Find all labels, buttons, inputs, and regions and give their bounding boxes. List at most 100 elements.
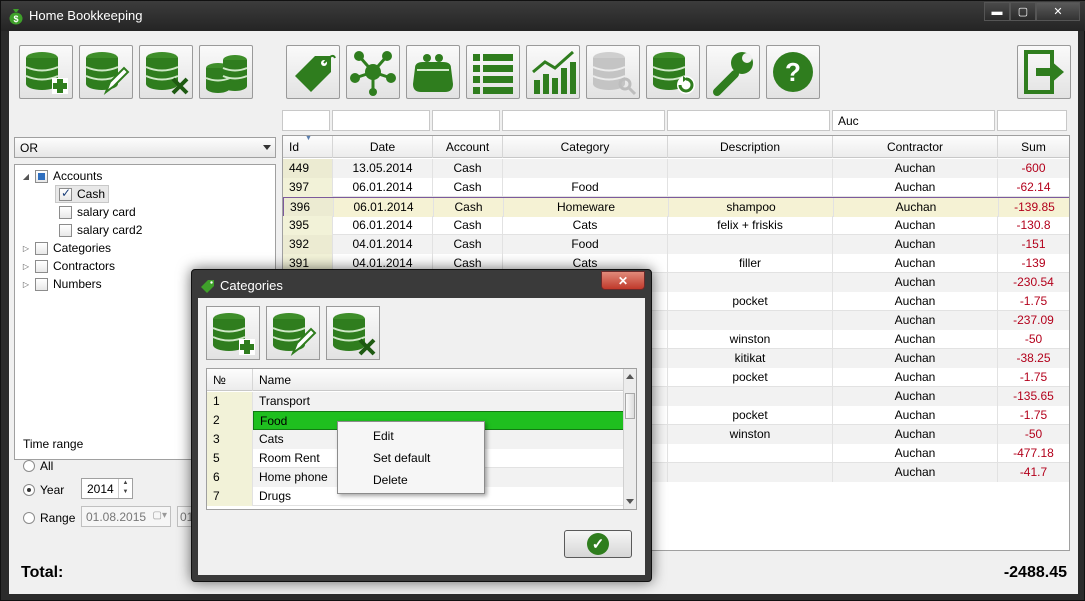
tree-node-salary-card2[interactable]: salary card2 bbox=[59, 221, 142, 239]
tag-icon bbox=[201, 280, 214, 293]
add-category-button[interactable] bbox=[206, 306, 260, 360]
tree-node-salary-card[interactable]: salary card bbox=[59, 203, 136, 221]
scroll-up-icon[interactable] bbox=[626, 374, 634, 379]
minimize-button[interactable]: ▬ bbox=[984, 2, 1010, 21]
total-value: -2488.45 bbox=[1003, 564, 1067, 581]
edit-record-button[interactable] bbox=[79, 45, 133, 99]
scroll-down-icon[interactable] bbox=[626, 499, 634, 504]
contractors-button[interactable] bbox=[346, 45, 400, 99]
tree-node-categories[interactable]: ▷ Categories bbox=[21, 239, 111, 257]
database-delete-icon bbox=[145, 52, 189, 95]
time-range-range-radio[interactable]: Range bbox=[23, 511, 75, 525]
chart-icon bbox=[532, 50, 576, 94]
table-row[interactable]: 392 04.01.2014 Cash Food Auchan -151 bbox=[283, 235, 1069, 254]
filter-contractor-input[interactable]: Auc bbox=[832, 110, 995, 131]
calendar-dropdown-icon[interactable]: ▢▾ bbox=[153, 510, 167, 521]
tree-node-contractors[interactable]: ▷ Contractors bbox=[21, 257, 115, 275]
vertical-scrollbar[interactable] bbox=[623, 369, 636, 509]
category-name: Transport bbox=[253, 392, 625, 411]
filter-sum-input[interactable] bbox=[997, 110, 1067, 131]
restore-button[interactable] bbox=[646, 45, 700, 99]
list-item[interactable]: 1 Transport bbox=[207, 392, 625, 411]
cell-account: Cash bbox=[434, 198, 504, 217]
coins-button[interactable] bbox=[199, 45, 253, 99]
table-row[interactable]: 395 06.01.2014 Cash Cats felix + friskis Auch… bbox=[283, 216, 1069, 235]
ok-button[interactable]: ✓ bbox=[564, 530, 632, 558]
edit-category-button[interactable] bbox=[266, 306, 320, 360]
column-header-id[interactable]: Id ▼ bbox=[283, 136, 333, 158]
cell-sum: -139.85 bbox=[999, 198, 1069, 217]
filter-account-input[interactable] bbox=[432, 110, 500, 131]
expand-arrow-icon[interactable]: ▷ bbox=[21, 262, 31, 271]
column-header-number[interactable]: № bbox=[207, 369, 253, 391]
tree-checkbox[interactable] bbox=[59, 223, 72, 237]
settings-button[interactable] bbox=[706, 45, 760, 99]
column-header-description[interactable]: Description bbox=[668, 136, 833, 158]
radio-indicator[interactable] bbox=[23, 460, 35, 472]
tree-node-cash[interactable]: Cash bbox=[55, 185, 110, 203]
radio-indicator[interactable] bbox=[23, 512, 35, 524]
filter-mode-select[interactable]: OR bbox=[14, 137, 276, 158]
categories-button[interactable] bbox=[286, 45, 340, 99]
spin-arrows-icon[interactable]: ▲ ▼ bbox=[118, 479, 132, 498]
collapse-arrow-icon[interactable]: ◢ bbox=[21, 172, 31, 181]
category-number: 5 bbox=[207, 449, 253, 468]
exit-button[interactable] bbox=[1017, 45, 1071, 99]
filter-id-input[interactable] bbox=[282, 110, 330, 131]
tree-checkbox[interactable] bbox=[35, 277, 48, 291]
tree-node-numbers[interactable]: ▷ Numbers bbox=[21, 275, 102, 293]
cell-category: Cats bbox=[503, 216, 668, 235]
categories-grid-header: № Name bbox=[207, 369, 625, 391]
cell-sum: -41.7 bbox=[998, 463, 1069, 482]
column-header-contractor[interactable]: Contractor bbox=[833, 136, 998, 158]
cell-contractor: Auchan bbox=[833, 254, 998, 273]
column-header-date[interactable]: Date bbox=[333, 136, 433, 158]
range-from-date-input[interactable]: 01.08.2015 ▢▾ bbox=[81, 506, 171, 527]
scroll-thumb[interactable] bbox=[625, 393, 635, 419]
tree-checkbox[interactable] bbox=[59, 205, 72, 219]
filter-date-input[interactable] bbox=[332, 110, 430, 131]
tree-node-label: Accounts bbox=[53, 169, 103, 183]
column-header-account[interactable]: Account bbox=[433, 136, 503, 158]
tree-checkbox[interactable] bbox=[35, 169, 48, 183]
cell-description: winston bbox=[668, 425, 833, 444]
security-button[interactable] bbox=[586, 45, 640, 99]
table-row[interactable]: 449 13.05.2014 Cash Auchan -600 bbox=[283, 159, 1069, 178]
column-header-name[interactable]: Name bbox=[253, 369, 625, 391]
expand-arrow-icon[interactable]: ▷ bbox=[21, 244, 31, 253]
help-button[interactable]: ? bbox=[766, 45, 820, 99]
reports-button[interactable] bbox=[526, 45, 580, 99]
time-range-all-radio[interactable]: All bbox=[23, 459, 53, 473]
dialog-close-button[interactable]: ✕ bbox=[601, 271, 645, 290]
context-menu-set-default[interactable]: Set default bbox=[373, 451, 430, 465]
tree-checkbox[interactable] bbox=[35, 259, 48, 273]
context-menu-delete[interactable]: Delete bbox=[373, 473, 408, 487]
tree-node-accounts[interactable]: ◢ Accounts bbox=[21, 167, 102, 185]
filter-category-input[interactable] bbox=[502, 110, 665, 131]
tree-checkbox[interactable] bbox=[35, 241, 48, 255]
maximize-button[interactable]: ▢ bbox=[1010, 2, 1036, 21]
title-bar[interactable]: $ Home Bookkeeping ▬ ▢ ✕ bbox=[1, 1, 1085, 31]
tree-checkbox[interactable] bbox=[59, 186, 72, 201]
expand-arrow-icon[interactable]: ▷ bbox=[21, 280, 31, 289]
cell-sum: -50 bbox=[998, 330, 1069, 349]
database-key-icon bbox=[592, 52, 637, 96]
cell-description bbox=[668, 463, 833, 482]
category-number: 1 bbox=[207, 392, 253, 411]
table-row[interactable]: 397 06.01.2014 Cash Food Auchan -62.14 bbox=[283, 178, 1069, 197]
list-button[interactable] bbox=[466, 45, 520, 99]
time-range-year-radio[interactable]: Year bbox=[23, 483, 64, 497]
accounts-button[interactable] bbox=[406, 45, 460, 99]
year-spinbox[interactable]: 2014 ▲ ▼ bbox=[81, 478, 133, 499]
delete-record-button[interactable] bbox=[139, 45, 193, 99]
filter-description-input[interactable] bbox=[667, 110, 830, 131]
close-button[interactable]: ✕ bbox=[1036, 2, 1080, 21]
delete-category-button[interactable] bbox=[326, 306, 380, 360]
column-header-sum[interactable]: Sum bbox=[998, 136, 1069, 158]
radio-indicator[interactable] bbox=[23, 484, 35, 496]
table-row[interactable]: 396 06.01.2014 Cash Homeware shampoo Auchan -1… bbox=[283, 197, 1069, 217]
column-header-category[interactable]: Category bbox=[503, 136, 668, 158]
context-menu-edit[interactable]: Edit bbox=[373, 429, 394, 443]
add-record-button[interactable] bbox=[19, 45, 73, 99]
cell-description bbox=[668, 387, 833, 406]
